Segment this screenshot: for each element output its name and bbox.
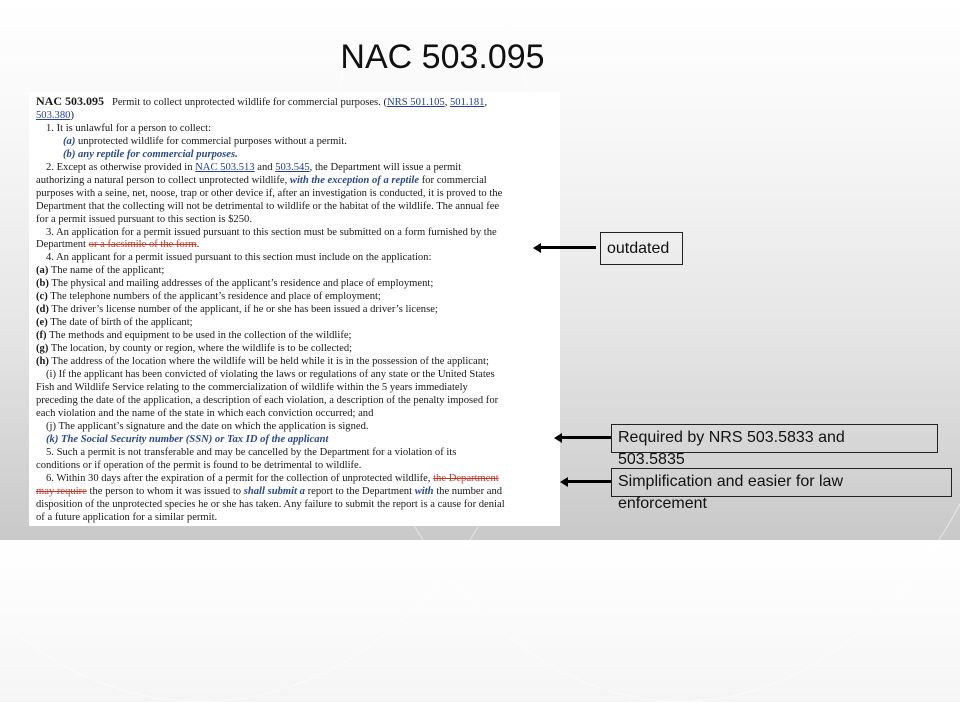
text: Department	[36, 239, 89, 251]
inserted-text: with	[414, 485, 434, 497]
item-label: (e)	[36, 317, 48, 329]
doc-line: conditions or if operation of the permit…	[36, 459, 362, 471]
inserted-text: (k) The Social Security number (SSN) or …	[46, 433, 329, 445]
text: .	[196, 239, 200, 251]
doc-line: 6. Within 30 days after the expiration o…	[36, 473, 556, 486]
section-heading: Permit to collect unprotected wildlife f…	[111, 97, 388, 108]
list-item: (g) The location, by county or region, w…	[36, 343, 556, 356]
doc-line: each violation and the name of the state…	[36, 407, 374, 419]
inserted-text: with the exception of a reptile	[289, 174, 420, 186]
doc-line: 4. An applicant for a permit issued purs…	[46, 252, 432, 264]
doc-line: authorizing a natural person to collect …	[36, 175, 556, 188]
deleted-text: or a facsimile of the form	[88, 239, 197, 251]
doc-line: (j) The applicant’s signature and the da…	[46, 420, 369, 432]
text: report to the Department	[304, 485, 415, 497]
citation-link[interactable]: 501.181	[450, 97, 484, 108]
item-label: (f)	[36, 330, 47, 342]
doc-line: for a permit issued pursuant to this sec…	[36, 213, 252, 225]
item-label: (d)	[36, 304, 49, 316]
doc-line: Fish and Wildlife Service relating to th…	[36, 381, 468, 393]
text: 2. Except as otherwise provided in	[46, 161, 196, 173]
text: 6. Within 30 days after the expiration o…	[46, 472, 434, 484]
doc-line: (i) If the applicant has been convicted …	[46, 369, 495, 381]
list-item: (d) The driver’s license number of the a…	[36, 304, 556, 317]
inserted-text: shall submit a	[243, 485, 305, 497]
callout-label: Simplification and easier for law enforc…	[618, 473, 843, 512]
item-label: (h)	[36, 356, 49, 368]
arrow-left-icon	[560, 476, 611, 487]
doc-line: Department or a facsimile of the form.	[36, 239, 556, 252]
deleted-text: the Department	[433, 472, 499, 484]
citation-link[interactable]: NAC 503.513	[195, 162, 254, 173]
list-item: (h) The address of the location where th…	[36, 356, 556, 369]
citation-link[interactable]: 503.545	[275, 162, 309, 173]
doc-line: preceding the date of the application, a…	[36, 394, 499, 406]
text: and	[254, 161, 276, 173]
text: the number and	[433, 485, 503, 497]
item-text: The location, by county or region, where…	[50, 343, 353, 355]
list-item: (f) The methods and equipment to be used…	[36, 330, 556, 343]
doc-line: 503.380)	[36, 110, 556, 123]
item-text: The methods and equipment to be used in …	[49, 330, 352, 342]
item-label: (c)	[36, 291, 48, 303]
doc-heading-line: NAC 503.095 Permit to collect unprotecte…	[36, 95, 556, 110]
separator: ,	[484, 97, 488, 108]
item-label: (g)	[36, 343, 49, 355]
text: unprotected wildlife for commercial purp…	[75, 135, 347, 147]
list-item: (c) The telephone numbers of the applica…	[36, 291, 556, 304]
deleted-text: may require	[36, 485, 87, 497]
arrow-left-icon	[554, 432, 611, 443]
doc-line: 1. It is unlawful for a person to collec…	[46, 122, 212, 134]
item-label: (a)	[36, 265, 49, 277]
regulation-document-image: NAC 503.095 Permit to collect unprotecte…	[29, 92, 560, 526]
section-number: NAC 503.095	[36, 94, 104, 108]
inserted-text: (a)	[63, 135, 76, 147]
text: for commercial	[419, 174, 487, 186]
doc-line: (a) unprotected wildlife for commercial …	[36, 136, 556, 149]
item-text: The address of the location where the wi…	[51, 356, 489, 368]
doc-line: 3. An application for a permit issued pu…	[46, 226, 497, 238]
inserted-text: (b) any reptile for commercial purposes.	[63, 148, 238, 160]
list-item: (b) The physical and mailing addresses o…	[36, 278, 556, 291]
callout-label: Required by NRS 503.5833 and 503.5835	[618, 429, 845, 468]
item-text: The telephone numbers of the applicant’s…	[50, 291, 381, 303]
text: , the Department will issue a permit	[309, 161, 462, 173]
doc-line: Department that the collecting will not …	[36, 200, 500, 212]
citation-link[interactable]: 503.380	[36, 110, 70, 121]
callout-outdated: outdated	[600, 232, 683, 265]
doc-line: may require the person to whom it was is…	[36, 486, 556, 499]
item-text: The name of the applicant;	[50, 265, 165, 277]
separator: )	[70, 109, 74, 121]
item-text: The physical and mailing addresses of th…	[51, 278, 434, 290]
text: the person to whom it was issued to	[86, 485, 244, 497]
arrow-left-icon	[533, 242, 596, 253]
doc-line: purposes with a seine, net, noose, trap …	[36, 187, 503, 199]
slide-title: NAC 503.095	[340, 38, 545, 76]
doc-line: 5. Such a permit is not transferable and…	[46, 446, 457, 458]
callout-label: outdated	[607, 240, 670, 257]
doc-line: disposition of the unprotected species h…	[36, 498, 505, 510]
doc-line: 2. Except as otherwise provided in NAC 5…	[36, 162, 556, 175]
item-label: (b)	[36, 278, 49, 290]
list-item: (e) The date of birth of the applicant;	[36, 317, 556, 330]
doc-line: of a future application for a similar pe…	[36, 511, 218, 523]
list-item: (a) The name of the applicant;	[36, 265, 556, 278]
citation-link[interactable]: NRS 501.105	[387, 97, 445, 108]
item-text: The date of birth of the applicant;	[50, 317, 193, 329]
text: authorizing a natural person to collect …	[36, 174, 290, 186]
item-text: The driver’s license number of the appli…	[51, 304, 438, 316]
